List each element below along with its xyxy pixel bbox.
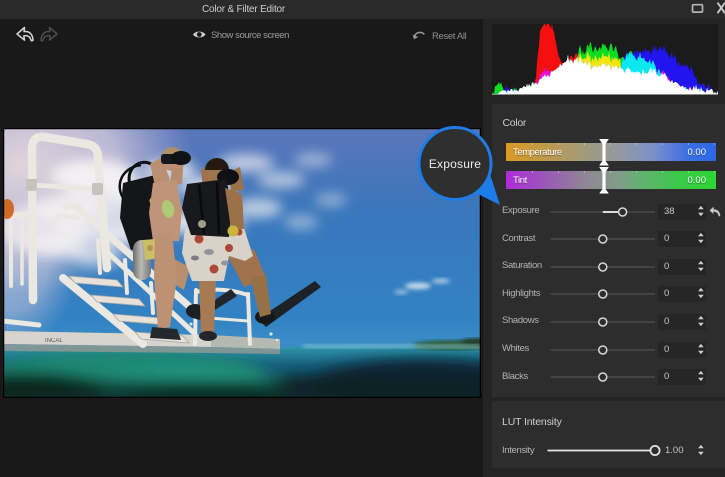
svg-text:INCAL: INCAL: [45, 338, 63, 344]
svg-text:Exposure: Exposure: [429, 157, 481, 171]
